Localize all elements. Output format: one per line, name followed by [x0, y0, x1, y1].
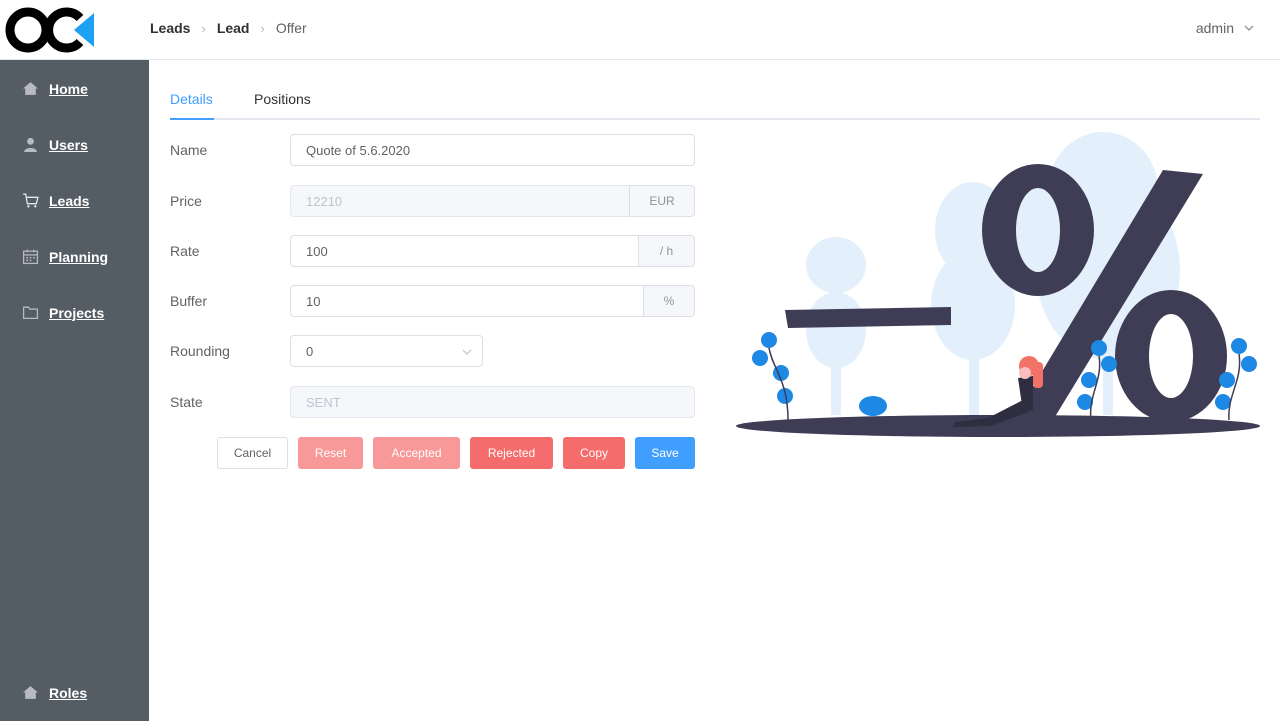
rate-input-group: 100 / h	[290, 235, 695, 267]
buffer-input-group: 10 %	[290, 285, 695, 317]
calendar-icon	[22, 249, 39, 265]
sidebar-item-label: Users	[49, 136, 88, 153]
cart-icon	[23, 193, 39, 208]
accepted-button[interactable]: Accepted	[373, 437, 460, 469]
name-value: Quote of 5.6.2020	[306, 142, 411, 158]
rounding-select[interactable]: 0	[290, 335, 483, 367]
rounding-label: Rounding	[170, 343, 230, 359]
breadcrumb: Leads › Lead › Offer	[150, 20, 307, 36]
buffer-unit: %	[643, 285, 695, 317]
reset-button[interactable]: Reset	[298, 437, 363, 469]
sidebar-item-home[interactable]: Home	[22, 80, 88, 97]
buffer-input[interactable]: 10	[290, 285, 643, 317]
home-icon	[23, 82, 38, 95]
sidebar-item-label: Planning	[49, 248, 109, 265]
tab-positions[interactable]: Positions	[254, 91, 311, 107]
price-unit: EUR	[629, 185, 695, 217]
sidebar-item-label: Roles	[49, 684, 88, 701]
chevron-down-icon	[462, 349, 472, 355]
home-icon	[23, 686, 38, 699]
folder-icon	[22, 306, 39, 319]
user-menu[interactable]: admin	[1196, 20, 1254, 36]
user-icon	[24, 137, 37, 152]
cancel-button[interactable]: Cancel	[217, 437, 288, 469]
tab-bar: Details Positions	[170, 88, 1260, 120]
sidebar-item-projects[interactable]: Projects	[22, 304, 104, 321]
breadcrumb-leads[interactable]: Leads	[150, 20, 190, 36]
price-value: 12210	[306, 193, 343, 209]
rejected-button[interactable]: Rejected	[470, 437, 553, 469]
name-label: Name	[170, 142, 208, 158]
sidebar-item-leads[interactable]: Leads	[22, 192, 89, 209]
tab-active-indicator	[170, 118, 214, 120]
buffer-value: 10	[306, 293, 321, 309]
discount-illustration	[736, 132, 1260, 437]
sidebar-item-planning[interactable]: Planning	[22, 248, 108, 265]
state-value: SENT	[306, 394, 341, 410]
chevron-down-icon	[1244, 25, 1254, 31]
sidebar: Home Users Leads Planning Projects Roles	[0, 60, 149, 721]
sidebar-item-users[interactable]: Users	[22, 136, 88, 153]
sidebar-item-roles[interactable]: Roles	[22, 684, 87, 701]
rounding-value: 0	[306, 343, 314, 359]
company-logo[interactable]	[4, 5, 96, 55]
sidebar-item-label: Projects	[49, 304, 105, 321]
tab-details[interactable]: Details	[170, 91, 213, 107]
rate-unit: / h	[638, 235, 695, 267]
name-input[interactable]: Quote of 5.6.2020	[290, 134, 695, 166]
save-button[interactable]: Save	[635, 437, 695, 469]
state-input: SENT	[290, 386, 695, 418]
rate-value: 100	[306, 243, 328, 259]
user-name: admin	[1195, 20, 1234, 36]
top-header: Leads › Lead › Offer admin	[0, 0, 1280, 60]
tab-label: Details	[170, 91, 213, 107]
sidebar-item-label: Home	[49, 80, 88, 97]
price-label: Price	[170, 193, 202, 209]
breadcrumb-separator-icon: ›	[201, 20, 206, 36]
rate-input[interactable]: 100	[290, 235, 638, 267]
tab-label: Positions	[254, 91, 311, 107]
rate-label: Rate	[170, 243, 200, 259]
sidebar-item-label: Leads	[49, 192, 90, 209]
price-input-group: 12210 EUR	[290, 185, 695, 217]
breadcrumb-lead[interactable]: Lead	[217, 20, 250, 36]
breadcrumb-offer: Offer	[275, 20, 307, 36]
state-label: State	[170, 394, 203, 410]
copy-button[interactable]: Copy	[563, 437, 625, 469]
buffer-label: Buffer	[170, 293, 208, 309]
price-input: 12210	[290, 185, 629, 217]
breadcrumb-separator-icon: ›	[260, 20, 265, 36]
